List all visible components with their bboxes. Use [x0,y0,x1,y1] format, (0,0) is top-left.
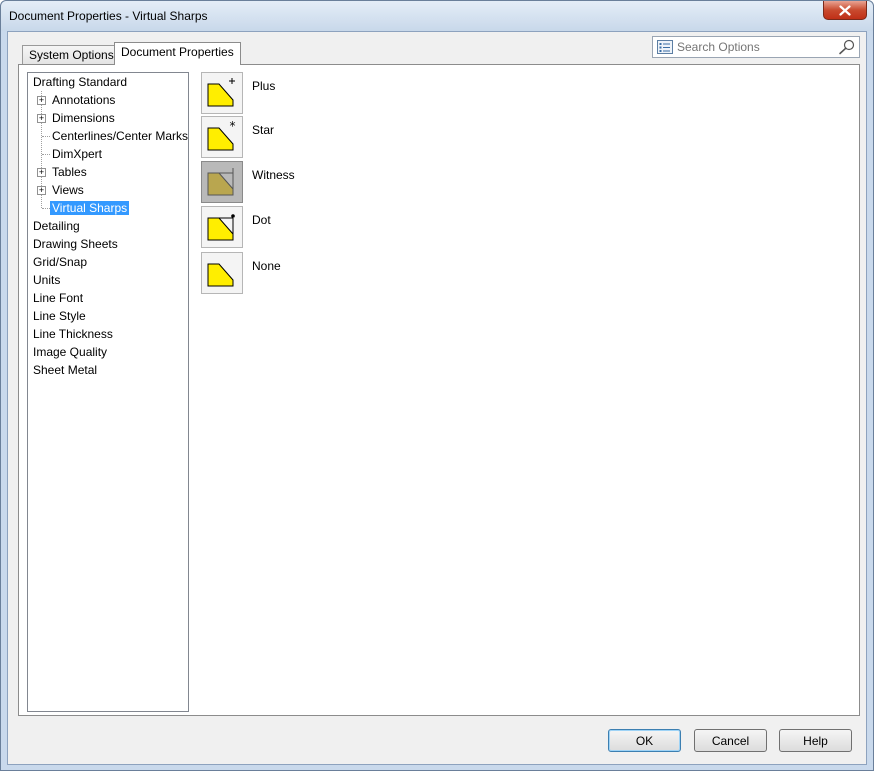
tree-item-units[interactable]: Units [33,271,60,289]
dot-sharp-icon [207,214,235,241]
tree-item-virtual-sharps[interactable]: Virtual Sharps [50,199,130,217]
ok-button[interactable]: OK [608,729,681,752]
tree-item-label: Line Style [33,309,86,323]
tree-item-line-thickness[interactable]: Line Thickness [33,325,113,343]
document-properties-window: Document Properties - Virtual Sharps Sys… [0,0,874,771]
tree-item-label: Units [33,273,61,287]
tree-item-label: Sheet Metal [33,363,98,377]
tree-item-drafting-standard[interactable]: Drafting Standard [33,73,127,91]
sharp-option-dot[interactable]: Dot [201,206,501,250]
tree-connector [42,154,50,155]
tree-item-dimensions[interactable]: Dimensions [52,109,115,127]
search-icon[interactable] [838,39,856,55]
sharp-option-witness[interactable]: Witness [201,161,501,205]
document-properties-panel: Drafting Standard + Annotations + Dimens… [18,64,860,716]
tree-item-sheet-metal[interactable]: Sheet Metal [33,361,97,379]
tree-item-line-style[interactable]: Line Style [33,307,86,325]
title-bar[interactable]: Document Properties - Virtual Sharps [1,1,873,31]
tree-item-annotations[interactable]: Annotations [52,91,115,109]
tree-item-label: Line Font [33,291,84,305]
tree-item-label: Centerlines/Center Marks [52,129,189,143]
window-title: Document Properties - Virtual Sharps [9,9,208,23]
sharp-dot-button[interactable] [201,206,243,248]
tree-item-label: Image Quality [33,345,108,359]
tree-item-dimxpert[interactable]: DimXpert [52,145,102,163]
tree-connector [42,136,50,137]
tree-item-label: Views [52,183,84,197]
none-sharp-icon [207,263,234,287]
sharp-option-star[interactable]: * Star [201,116,501,160]
sharp-option-none[interactable]: None [201,252,501,296]
tree-item-label: Grid/Snap [33,255,88,269]
tree-connector [42,208,50,209]
options-tree[interactable]: Drafting Standard + Annotations + Dimens… [27,72,189,712]
search-box[interactable] [652,36,860,58]
expand-tables-icon[interactable]: + [37,168,46,177]
expand-dimensions-icon[interactable]: + [37,114,46,123]
options-list-icon [657,40,673,54]
tree-item-label: Drafting Standard [33,75,128,89]
tree-item-label: Tables [52,165,87,179]
svg-text:*: * [230,119,236,133]
tree-item-views[interactable]: Views [52,181,84,199]
expand-views-icon[interactable]: + [37,186,46,195]
sharp-option-plus[interactable]: Plus [201,72,501,116]
tree-item-drawing-sheets[interactable]: Drawing Sheets [33,235,118,253]
dialog-client-area: System Options Document Properties Searc… [7,31,867,765]
tab-document-properties[interactable]: Document Properties [114,42,241,65]
search-input[interactable] [675,38,835,56]
tree-item-label: Annotations [52,93,116,107]
tree-item-detailing[interactable]: Detailing [33,217,80,235]
sharp-witness-label: Witness [252,168,295,182]
tree-item-line-font[interactable]: Line Font [33,289,83,307]
tree-item-centerlines-center-marks[interactable]: Centerlines/Center Marks [52,127,188,145]
sharp-witness-button[interactable] [201,161,243,203]
plus-sharp-icon [207,78,235,107]
tree-item-image-quality[interactable]: Image Quality [33,343,107,361]
tree-item-label: Line Thickness [33,327,113,341]
star-sharp-icon: * [207,119,236,151]
tree-item-label: Dimensions [52,111,115,125]
close-icon [839,4,851,16]
tree-item-label: Virtual Sharps [50,201,130,215]
sharp-dot-label: Dot [252,213,271,227]
tree-item-label: Detailing [33,219,80,233]
help-button[interactable]: Help [779,729,852,752]
tree-item-label: DimXpert [52,147,103,161]
tree-item-label: Drawing Sheets [33,237,118,251]
tab-document-properties-label: Document Properties [121,45,234,59]
tree-item-tables[interactable]: Tables [52,163,87,181]
close-button[interactable] [823,1,867,20]
sharp-plus-button[interactable] [201,72,243,114]
sharp-plus-label: Plus [252,79,276,93]
tab-system-options-label: System Options [29,48,114,62]
cancel-button[interactable]: Cancel [694,729,767,752]
sharp-none-label: None [252,259,281,273]
sharp-star-button[interactable]: * [201,116,243,158]
tab-system-options[interactable]: System Options [22,45,121,65]
witness-sharp-icon [207,168,234,196]
tree-item-grid-snap[interactable]: Grid/Snap [33,253,87,271]
expand-annotations-icon[interactable]: + [37,96,46,105]
virtual-sharps-options: Plus * Star Witness Dot None [201,72,861,712]
sharp-none-button[interactable] [201,252,243,294]
sharp-star-label: Star [252,123,275,137]
